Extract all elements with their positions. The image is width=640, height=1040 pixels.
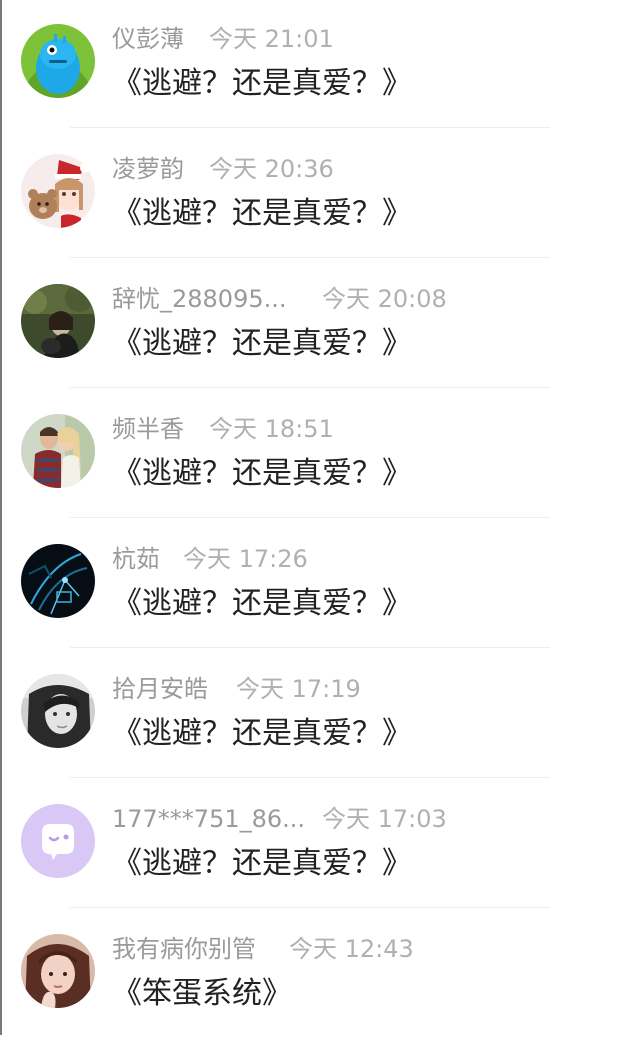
- message-text: 《逃避？还是真爱？》: [112, 326, 412, 361]
- sender-name: 辞忧_288095...: [112, 285, 287, 313]
- message-item[interactable]: 杭茹 今天 17:26 《逃避？还是真爱？》: [0, 520, 640, 650]
- message-text: 《逃避？还是真爱？》: [112, 66, 412, 101]
- message-time: 今天 12:43: [289, 935, 414, 963]
- blue-monster-avatar[interactable]: [21, 24, 95, 98]
- divider: [70, 387, 550, 388]
- sender-name: 杭茹: [112, 545, 160, 573]
- sender-name: 拾月安皓: [112, 675, 208, 703]
- message-item[interactable]: 我有病你别管 今天 12:43 《笨蛋系统》: [0, 910, 640, 1040]
- message-text: 《逃避？还是真爱？》: [112, 846, 412, 881]
- message-text: 《逃避？还是真爱？》: [112, 456, 412, 491]
- message-time: 今天 17:19: [236, 675, 361, 703]
- message-item[interactable]: 凌萝韵 今天 20:36 《逃避？还是真爱？》: [0, 130, 640, 260]
- message-text: 《逃避？还是真爱？》: [112, 586, 412, 621]
- dark-neon-avatar[interactable]: [21, 544, 95, 618]
- sender-name: 频半香: [112, 415, 184, 443]
- sender-name: 仪彭薄: [112, 25, 184, 53]
- message-text: 《逃避？还是真爱？》: [112, 196, 412, 231]
- message-time: 今天 17:03: [322, 805, 447, 833]
- message-text: 《笨蛋系统》: [112, 976, 292, 1011]
- sender-name: 我有病你别管: [112, 935, 256, 963]
- grayscale-girl-avatar[interactable]: [21, 674, 95, 748]
- message-item[interactable]: 拾月安皓 今天 17:19 《逃避？还是真爱？》: [0, 650, 640, 780]
- message-item[interactable]: 仪彭薄 今天 21:01 《逃避？还是真爱？》: [0, 0, 640, 130]
- message-time: 今天 18:51: [209, 415, 334, 443]
- divider: [70, 517, 550, 518]
- forest-couple-avatar[interactable]: [21, 284, 95, 358]
- couple-kissing-avatar[interactable]: [21, 414, 95, 488]
- message-item[interactable]: 频半香 今天 18:51 《逃避？还是真爱？》: [0, 390, 640, 520]
- sender-name: 凌萝韵: [112, 155, 184, 183]
- default-chat-avatar[interactable]: [21, 804, 95, 878]
- divider: [70, 257, 550, 258]
- message-time: 今天 20:08: [322, 285, 447, 313]
- message-time: 今天 20:36: [209, 155, 334, 183]
- message-text: 《逃避？还是真爱？》: [112, 716, 412, 751]
- message-item[interactable]: 177***751_86... 今天 17:03 《逃避？还是真爱？》: [0, 780, 640, 910]
- divider: [70, 647, 550, 648]
- message-time: 今天 17:26: [183, 545, 308, 573]
- message-time: 今天 21:01: [209, 25, 334, 53]
- christmas-girl-avatar[interactable]: [21, 154, 95, 228]
- message-item[interactable]: 辞忧_288095... 今天 20:08 《逃避？还是真爱？》: [0, 260, 640, 390]
- divider: [70, 907, 550, 908]
- girl-hand-face-avatar[interactable]: [21, 934, 95, 1008]
- sender-name: 177***751_86...: [112, 805, 306, 833]
- divider: [70, 127, 550, 128]
- divider: [70, 777, 550, 778]
